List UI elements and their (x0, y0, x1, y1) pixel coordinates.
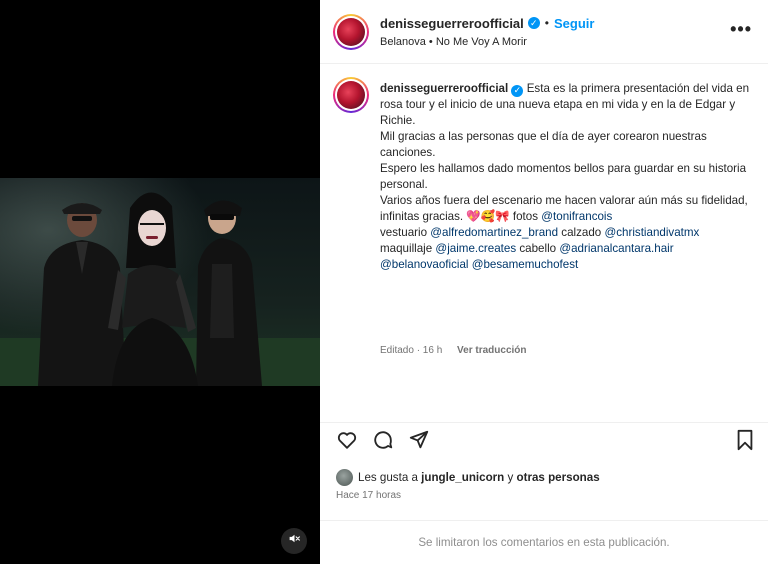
caption-avatar[interactable] (333, 77, 369, 113)
caption-username[interactable]: denisseguerreroofficial (380, 82, 508, 95)
mention-link[interactable]: @alfredomartinez_brand (430, 226, 558, 239)
caption-paragraph-3: Espero les hallamos dado momentos bellos… (380, 162, 747, 191)
see-translation-button[interactable]: Ver traducción (457, 345, 526, 356)
follow-button[interactable]: Seguir (554, 16, 594, 31)
verified-badge-icon: ✓ (527, 17, 540, 29)
liker-username[interactable]: jungle_unicorn (421, 471, 504, 484)
caption-text-maquillaje: maquillaje (380, 242, 436, 255)
mention-link[interactable]: @adrianalcantara.hair (559, 242, 673, 255)
likes-text[interactable]: Les gusta a jungle_unicorn y otras perso… (358, 471, 600, 484)
caption-text-fotos: fotos (509, 210, 542, 223)
post-timestamp: Hace 17 horas (336, 490, 402, 501)
edited-timestamp: Editado · 16 h (380, 345, 443, 356)
comment-button[interactable] (371, 430, 395, 454)
mention-link[interactable]: @besamemuchofest (472, 258, 579, 271)
share-button[interactable] (407, 430, 431, 454)
heart-icon (336, 429, 358, 456)
post-photo (0, 178, 320, 386)
caption-text-calzado: calzado (558, 226, 605, 239)
likes-connector: y (504, 471, 517, 484)
avatar[interactable] (333, 14, 369, 50)
mention-link[interactable]: @tonifrancois (541, 210, 612, 223)
author-username[interactable]: denisseguerreroofficial (380, 16, 524, 31)
mute-button[interactable] (281, 528, 307, 554)
caption-text: denisseguerreroofficial ✓ Esta es la pri… (380, 81, 752, 273)
caption-meta: Editado · 16 h Ver traducción (380, 345, 527, 356)
caption-paragraph-2: Mil gracias a las personas que el día de… (380, 130, 707, 159)
bookmark-icon (735, 429, 755, 456)
more-options-button[interactable]: ••• (730, 20, 752, 38)
post-details-panel: denisseguerreroofficial ✓ • Seguir Belan… (320, 0, 768, 564)
liker-avatar[interactable] (336, 469, 353, 486)
caption-section: denisseguerreroofficial ✓ Esta es la pri… (320, 65, 768, 423)
mention-link[interactable]: @jaime.creates (435, 242, 516, 255)
post-header: denisseguerreroofficial ✓ • Seguir Belan… (320, 0, 768, 64)
speaker-muted-icon (288, 532, 301, 550)
likes-prefix: Les gusta a (358, 471, 422, 484)
send-icon (408, 429, 430, 456)
likes-summary: Les gusta a jungle_unicorn y otras perso… (336, 469, 600, 486)
verified-badge-icon: ✓ (511, 84, 524, 97)
like-button[interactable] (335, 430, 359, 454)
caption-text-vestuario: vestuario (380, 226, 431, 239)
action-bar (320, 429, 768, 458)
caption-emojis: 💖🥰🎀 (466, 210, 510, 223)
save-button[interactable] (733, 429, 757, 456)
separator-dot: • (544, 16, 549, 30)
post-media[interactable] (0, 0, 320, 564)
mention-link[interactable]: @belanovaoficial (380, 258, 468, 271)
audio-track-link[interactable]: Belanova • No Me Voy A Morir (380, 36, 527, 48)
comments-limited-notice: Se limitaron los comentarios en esta pub… (320, 520, 768, 564)
comment-icon (372, 429, 394, 456)
likes-others-link[interactable]: otras personas (517, 471, 600, 484)
mention-link[interactable]: @christiandivatmx (604, 226, 699, 239)
caption-text-cabello: cabello (516, 242, 560, 255)
